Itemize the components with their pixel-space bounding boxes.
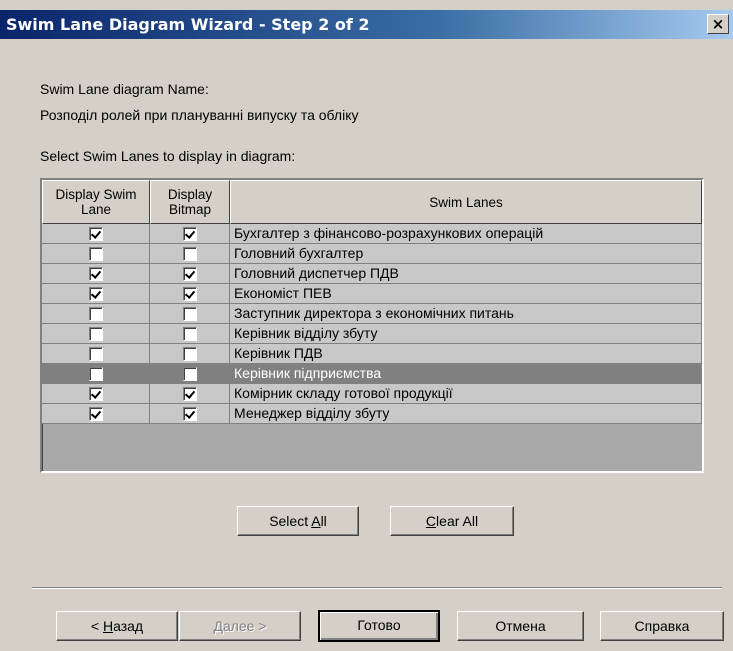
- display-lane-checkbox[interactable]: [89, 307, 103, 321]
- clear-all-button[interactable]: Clear All: [390, 506, 514, 536]
- cell-display-bitmap: [150, 384, 230, 404]
- cell-display-swim-lane: [42, 284, 150, 304]
- display-lane-checkbox[interactable]: [89, 267, 103, 281]
- back-label-suffix: азад: [113, 618, 144, 634]
- header-display-swim-lane[interactable]: Display Swim Lane: [42, 180, 150, 224]
- display-bitmap-checkbox[interactable]: [183, 287, 197, 301]
- footer-separator: [32, 587, 722, 589]
- select-lanes-label: Select Swim Lanes to display in diagram:: [40, 148, 296, 164]
- display-lane-checkbox[interactable]: [89, 227, 103, 241]
- cell-display-bitmap: [150, 404, 230, 424]
- table-row[interactable]: Керівник відділу збуту: [42, 324, 702, 344]
- swim-lane-name[interactable]: Економіст ПЕВ: [230, 284, 702, 304]
- clear-all-label-accel: C: [425, 513, 437, 529]
- help-button[interactable]: Справка: [600, 611, 724, 641]
- back-label-prefix: <: [90, 618, 103, 634]
- cell-display-bitmap: [150, 264, 230, 284]
- display-lane-checkbox[interactable]: [89, 367, 103, 381]
- display-lane-checkbox[interactable]: [89, 247, 103, 261]
- header-display-bitmap[interactable]: Display Bitmap: [150, 180, 230, 224]
- display-bitmap-checkbox[interactable]: [183, 387, 197, 401]
- close-button[interactable]: ×: [707, 14, 729, 34]
- swim-lane-name[interactable]: Заступник директора з економічних питань: [230, 304, 702, 324]
- table-row[interactable]: Комірник складу готової продукції: [42, 384, 702, 404]
- window-title: Swim Lane Diagram Wizard - Step 2 of 2: [6, 15, 370, 34]
- display-lane-checkbox[interactable]: [89, 287, 103, 301]
- next-button[interactable]: Далее >: [179, 611, 301, 641]
- cancel-button[interactable]: Отмена: [457, 611, 584, 641]
- cell-display-swim-lane: [42, 384, 150, 404]
- select-all-label-accel: A: [311, 513, 321, 529]
- select-all-label-prefix: Select: [269, 513, 312, 529]
- cell-display-bitmap: [150, 224, 230, 244]
- cell-display-bitmap: [150, 304, 230, 324]
- table-row[interactable]: Бухгалтер з фінансово-розрахункових опер…: [42, 224, 702, 244]
- select-all-label-suffix: ll: [320, 513, 327, 529]
- display-bitmap-checkbox[interactable]: [183, 327, 197, 341]
- diagram-name-label: Swim Lane diagram Name:: [40, 81, 209, 97]
- display-bitmap-checkbox[interactable]: [183, 407, 197, 421]
- table-row[interactable]: Керівник ПДВ: [42, 344, 702, 364]
- select-all-button[interactable]: Select All: [237, 506, 359, 536]
- cell-display-swim-lane: [42, 344, 150, 364]
- finish-button[interactable]: Готово: [318, 610, 440, 642]
- display-bitmap-checkbox[interactable]: [183, 227, 197, 241]
- display-bitmap-checkbox[interactable]: [183, 367, 197, 381]
- swim-lane-name[interactable]: Головний диспетчер ПДВ: [230, 264, 702, 284]
- display-lane-checkbox[interactable]: [89, 347, 103, 361]
- table-row[interactable]: Головний диспетчер ПДВ: [42, 264, 702, 284]
- cell-display-swim-lane: [42, 244, 150, 264]
- swim-lane-name[interactable]: Комірник складу готової продукції: [230, 384, 702, 404]
- swim-lane-name[interactable]: Менеджер відділу збуту: [230, 404, 702, 424]
- display-bitmap-checkbox[interactable]: [183, 347, 197, 361]
- cell-display-bitmap: [150, 344, 230, 364]
- table-row[interactable]: Керівник підприємства: [42, 364, 702, 384]
- back-button[interactable]: < Назад: [56, 611, 178, 641]
- clear-all-label-suffix: lear All: [436, 513, 479, 529]
- cell-display-swim-lane: [42, 404, 150, 424]
- table-row[interactable]: Заступник директора з економічних питань: [42, 304, 702, 324]
- cell-display-bitmap: [150, 324, 230, 344]
- cell-display-swim-lane: [42, 364, 150, 384]
- swim-lane-name[interactable]: Головний бухгалтер: [230, 244, 702, 264]
- next-label-suffix: алее >: [222, 618, 267, 634]
- swim-lane-name[interactable]: Керівник ПДВ: [230, 344, 702, 364]
- table-row[interactable]: Менеджер відділу збуту: [42, 404, 702, 424]
- display-bitmap-checkbox[interactable]: [183, 247, 197, 261]
- back-label-accel: Н: [102, 618, 114, 634]
- diagram-name-value: Розподіл ролей при плануванні випуску та…: [40, 107, 359, 123]
- cell-display-swim-lane: [42, 224, 150, 244]
- header-swim-lanes[interactable]: Swim Lanes: [230, 180, 702, 224]
- cell-display-bitmap: [150, 244, 230, 264]
- swim-lanes-grid[interactable]: Display Swim Lane Display Bitmap Swim La…: [40, 178, 704, 473]
- cell-display-swim-lane: [42, 304, 150, 324]
- display-lane-checkbox[interactable]: [89, 407, 103, 421]
- cell-display-bitmap: [150, 284, 230, 304]
- table-row[interactable]: Економіст ПЕВ: [42, 284, 702, 304]
- display-lane-checkbox[interactable]: [89, 387, 103, 401]
- cell-display-bitmap: [150, 364, 230, 384]
- cell-display-swim-lane: [42, 324, 150, 344]
- display-bitmap-checkbox[interactable]: [183, 307, 197, 321]
- swim-lane-name[interactable]: Керівник підприємства: [230, 364, 702, 384]
- cell-display-swim-lane: [42, 264, 150, 284]
- swim-lane-name[interactable]: Керівник відділу збуту: [230, 324, 702, 344]
- next-label-accel: Д: [213, 618, 223, 634]
- swim-lane-name[interactable]: Бухгалтер з фінансово-розрахункових опер…: [230, 224, 702, 244]
- close-icon: ×: [711, 15, 725, 33]
- title-bar[interactable]: Swim Lane Diagram Wizard - Step 2 of 2 ×: [0, 10, 733, 39]
- wizard-dialog: Swim Lane Diagram Wizard - Step 2 of 2 ×…: [0, 0, 733, 651]
- table-row[interactable]: Головний бухгалтер: [42, 244, 702, 264]
- display-lane-checkbox[interactable]: [89, 327, 103, 341]
- display-bitmap-checkbox[interactable]: [183, 267, 197, 281]
